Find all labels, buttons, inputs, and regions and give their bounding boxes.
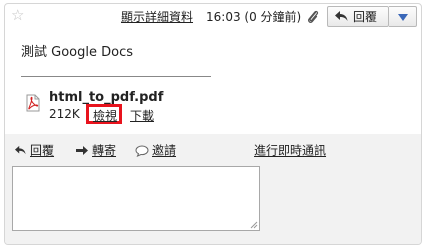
view-attachment-link[interactable]: 檢視 <box>93 107 117 124</box>
download-attachment-link[interactable]: 下載 <box>130 107 154 124</box>
forward-action[interactable]: 轉寄 <box>75 143 116 158</box>
timestamp: 16:03 (0 分鐘前) <box>206 10 302 24</box>
invite-label: 邀請 <box>152 143 177 158</box>
invite-chat-label: 進行即時通訊 <box>254 143 327 158</box>
resize-handle-icon[interactable] <box>250 221 258 229</box>
message-body: 測試 Google Docs <box>21 45 133 60</box>
attachment-divider <box>21 76 211 77</box>
more-options-button[interactable] <box>389 6 417 27</box>
forward-action-label: 轉寄 <box>92 143 117 158</box>
reply-actions-bar: 回覆 轉寄 邀請 進行即時通訊 <box>5 134 421 244</box>
message-header: ☆ 顯示詳細資料 16:03 (0 分鐘前) 回覆 <box>5 4 421 30</box>
attachment-filename: html_to_pdf.pdf <box>49 90 164 105</box>
quick-reply-textarea[interactable] <box>12 166 260 231</box>
show-details-link[interactable]: 顯示詳細資料 <box>121 10 193 24</box>
reply-action-label: 回覆 <box>30 143 55 158</box>
paperclip-icon <box>308 10 319 24</box>
reply-button[interactable]: 回覆 <box>327 6 389 27</box>
forward-arrow-icon <box>76 146 88 155</box>
attachment-size: 212K <box>49 107 80 121</box>
chat-bubble-icon <box>135 144 149 157</box>
invite-chat-action[interactable]: 邀請 進行即時通訊 <box>135 143 326 158</box>
reply-arrow-icon <box>335 11 348 21</box>
star-icon[interactable]: ☆ <box>11 8 24 23</box>
reply-arrow-icon <box>15 145 26 155</box>
chevron-down-icon <box>398 14 408 21</box>
message-card: ☆ 顯示詳細資料 16:03 (0 分鐘前) 回覆 測試 Google Docs… <box>4 3 422 245</box>
reply-action[interactable]: 回覆 <box>14 143 54 158</box>
reply-button-label: 回覆 <box>353 10 378 24</box>
pdf-file-icon <box>26 94 40 112</box>
